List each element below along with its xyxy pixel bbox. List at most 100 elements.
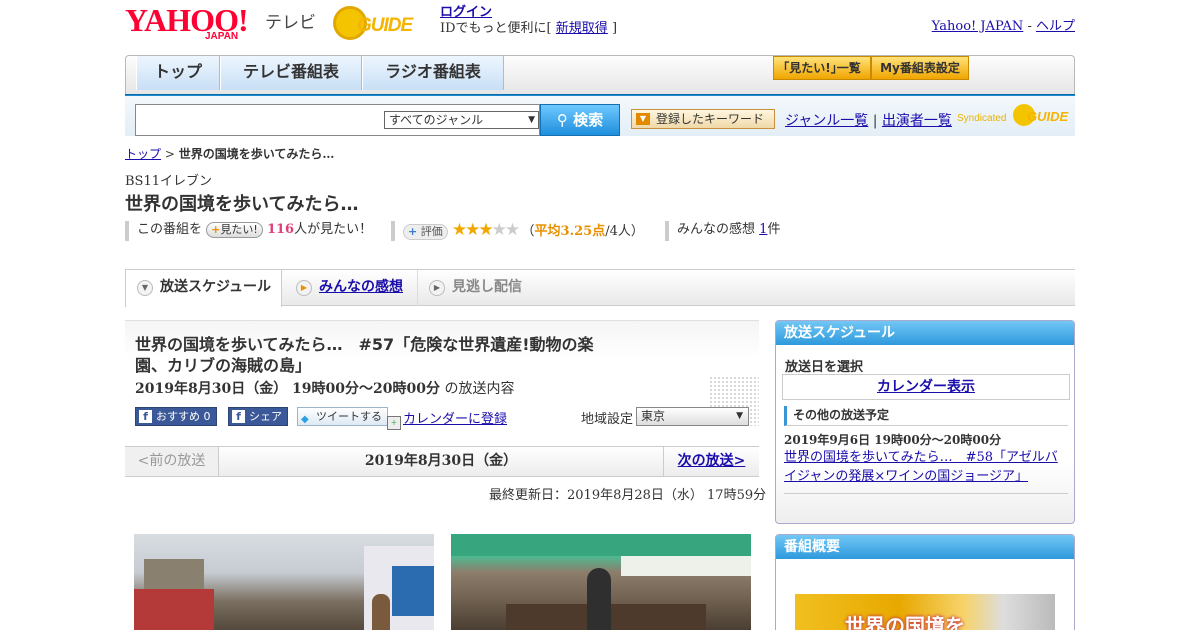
search-links: ジャンル一覧 | 出演者一覧 <box>785 110 952 130</box>
rating-average: 平均3.25点 <box>534 224 606 239</box>
my-listings-settings-button[interactable]: My番組表設定 <box>871 56 969 80</box>
tab-missed-streaming: ▶ 見逃し配信 <box>417 270 547 306</box>
genre-select[interactable]: すべてのジャンル ▼ <box>384 111 539 129</box>
twitter-bird-icon: ◆ <box>301 414 309 425</box>
facebook-share-button[interactable]: f シェア <box>228 407 288 426</box>
chevron-down-icon: ▼ <box>137 280 153 296</box>
sidebar-overview: 番組概要 世界の国境を <box>775 534 1075 630</box>
review-label: みんなの感想 <box>677 222 756 237</box>
rating-stars: ★★★★★ <box>452 220 522 240</box>
rate-button[interactable]: + 評価 <box>403 224 448 240</box>
breadcrumb-current: 世界の国境を歩いてみたら… <box>178 147 335 161</box>
watchlist-button[interactable]: ｢見たい!｣一覧 <box>773 56 871 80</box>
region-selected: 東京 <box>641 409 666 423</box>
calendar-view-button[interactable]: カレンダー表示 <box>782 374 1070 400</box>
photo-shape <box>451 534 751 556</box>
star-icon: ★ <box>451 220 467 240</box>
plus-icon: + <box>408 225 418 238</box>
breadcrumb: トップ > 世界の国境を歩いてみたら… <box>125 145 334 162</box>
syndicated-gguide-logo: Syndicated GUIDE <box>957 104 1069 130</box>
chevron-down-icon: ▼ <box>528 115 535 125</box>
episode-datetime: 2019年8月30日（金） 19時00分～20時00分 <box>135 381 440 397</box>
nav-tab-top[interactable]: トップ <box>136 56 220 90</box>
play-arrow-icon: ▶ <box>429 280 445 296</box>
other-broadcast-item: 世界の国境を歩いてみたら… #58「アゼルバイジャンの発展×ワインの国ジョージア… <box>784 448 1070 486</box>
global-nav: トップ テレビ番組表 ラジオ番組表 ｢見たい!｣一覧 My番組表設定 <box>125 55 1075 99</box>
photo-shape <box>587 568 611 630</box>
gguide-logo[interactable]: GUIDE <box>333 6 433 42</box>
next-broadcast-link[interactable]: 次の放送> <box>678 453 746 469</box>
star-icon: ★ <box>504 220 520 240</box>
registered-keywords-label: 登録したキーワード <box>656 112 765 126</box>
search-link-sep: | <box>872 113 878 129</box>
photo-shape <box>621 556 751 576</box>
want-prefix: この番組を <box>137 222 203 237</box>
breadcrumb-top[interactable]: トップ <box>125 147 161 161</box>
facebook-share-label: シェア <box>249 410 282 423</box>
gguide-logo-text: GUIDE <box>357 15 413 36</box>
star-icon: ★ <box>465 220 480 240</box>
photo-shape <box>372 594 390 630</box>
photo-shape <box>144 559 204 589</box>
login-tagline: IDでもっと便利に[ <box>440 21 552 36</box>
facebook-recommend-button[interactable]: f おすすめ 0 <box>135 407 217 426</box>
help-link[interactable]: ヘルプ <box>1036 19 1075 34</box>
want-suffix: 人が見たい！ <box>294 222 373 237</box>
rating-stat: + 評価 ★★★★★ （平均3.25点/4人） <box>391 221 644 241</box>
nav-tab-tv-listings[interactable]: テレビ番組表 <box>220 56 362 90</box>
review-stat: みんなの感想 1件 <box>665 221 780 241</box>
channel-name: BS11イレブン <box>125 174 213 189</box>
tab-missed-label: 見逃し配信 <box>452 279 522 295</box>
social-actions: f おすすめ 0 f シェア ◆ ツイートする + カレンダーに登録 地域設定 東… <box>135 407 755 430</box>
rate-label: 評価 <box>420 225 443 238</box>
star-icon: ★ <box>491 220 507 240</box>
facebook-icon: f <box>232 410 245 423</box>
episode-time-suffix: の放送内容 <box>444 381 515 397</box>
tweet-button[interactable]: ◆ ツイートする <box>297 407 388 426</box>
broadcast-date-nav: <前の放送 2019年8月30日（金） 次の放送> <box>125 446 759 477</box>
select-date-label: 放送日を選択 <box>785 360 864 375</box>
want-count: 116 <box>266 222 295 237</box>
nav-tab-radio-listings[interactable]: ラジオ番組表 <box>362 56 504 90</box>
divider <box>784 493 1068 494</box>
calendar-register-link[interactable]: カレンダーに登録 <box>403 412 507 427</box>
region-label: 地域設定 <box>581 412 634 427</box>
service-name: テレビ <box>265 13 316 33</box>
login-link[interactable]: ログイン <box>440 5 492 20</box>
photo-shape <box>392 566 434 616</box>
chevron-down-icon: ▼ <box>736 411 743 421</box>
registered-keywords-button[interactable]: ▼ 登録したキーワード <box>631 109 775 129</box>
syndicated-logo-text: GUIDE <box>1027 109 1069 124</box>
program-banner-image: 世界の国境を <box>795 594 1055 630</box>
star-icon: ★ <box>478 220 493 240</box>
calendar-register[interactable]: + カレンダーに登録 <box>387 408 507 430</box>
search-button[interactable]: ⚲ 検索 <box>540 104 620 136</box>
tab-reviews[interactable]: ▶ みんなの感想 <box>285 270 415 306</box>
search-bar: すべてのジャンル ▼ ⚲ 検索 ▼ 登録したキーワード ジャンル一覧 | 出演者… <box>125 96 1075 136</box>
breadcrumb-sep: > <box>164 147 175 161</box>
photo-shape <box>134 589 214 630</box>
episode-title: 世界の国境を歩いてみたら… #57「危険な世界遺産!動物の楽園、カリブの海賊の島… <box>135 335 594 375</box>
plus-icon: + <box>211 223 221 236</box>
want-to-watch-stat: この番組を +見たい! 116人が見たい！ <box>125 221 372 241</box>
episode-photo-1 <box>134 534 434 630</box>
want-to-watch-button[interactable]: +見たい! <box>206 222 263 238</box>
calendar-view-link[interactable]: カレンダー表示 <box>877 379 975 395</box>
next-broadcast-cell: 次の放送> <box>663 447 759 476</box>
search-icon: ⚲ <box>556 111 568 129</box>
genre-list-link[interactable]: ジャンル一覧 <box>785 113 868 129</box>
yahoo-tv-logo[interactable]: YAHOO! JAPAN テレビ <box>125 4 325 43</box>
signup-link[interactable]: 新規取得 <box>556 21 608 36</box>
tab-schedule[interactable]: ▼ 放送スケジュール <box>125 270 282 307</box>
want-to-watch-label: 見たい! <box>220 223 258 236</box>
cast-list-link[interactable]: 出演者一覧 <box>882 113 952 129</box>
search-button-label: 検索 <box>573 111 604 129</box>
yahoo-japan-link[interactable]: Yahoo! JAPAN <box>932 19 1024 34</box>
rating-open-paren: （ <box>521 224 535 239</box>
episode-photo-2 <box>451 534 751 630</box>
last-updated: 最終更新日：2019年8月28日（水） 17時59分 <box>489 488 767 503</box>
other-broadcast-link[interactable]: 世界の国境を歩いてみたら… #58「アゼルバイジャンの発展×ワインの国ジョージア… <box>784 450 1058 484</box>
tab-reviews-label[interactable]: みんなの感想 <box>319 279 403 295</box>
facebook-recommend-label: おすすめ 0 <box>156 410 211 423</box>
region-select[interactable]: 東京 ▼ <box>636 407 749 426</box>
